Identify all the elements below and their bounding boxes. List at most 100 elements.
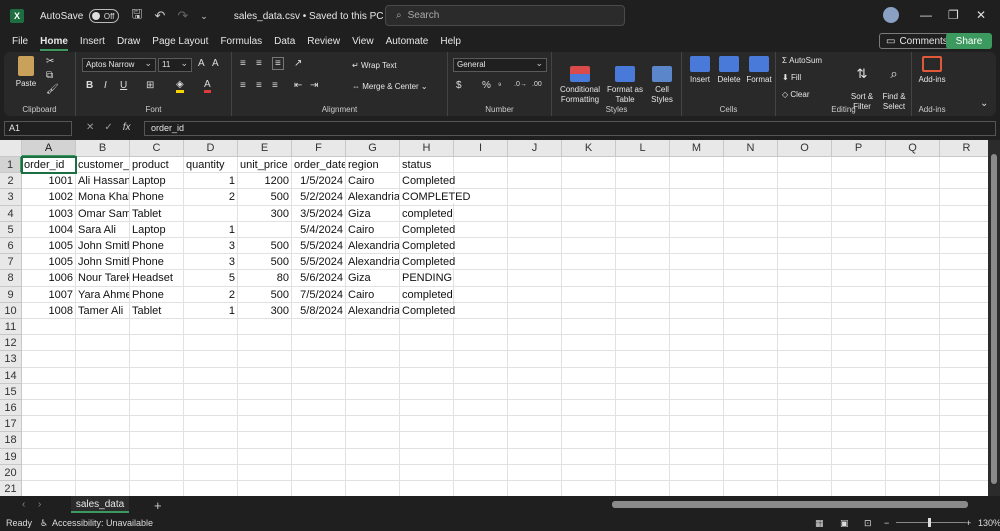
decrease-font-icon[interactable]: A: [212, 58, 219, 69]
cell[interactable]: [940, 270, 988, 287]
cell[interactable]: [454, 319, 508, 336]
cell[interactable]: [832, 416, 886, 433]
cell[interactable]: [940, 416, 988, 433]
align-center-icon[interactable]: ≡: [256, 80, 262, 91]
cell[interactable]: [184, 367, 238, 384]
accessibility-status[interactable]: Accessibility: Unavailable: [52, 518, 153, 528]
cell[interactable]: [346, 367, 400, 384]
cell[interactable]: [238, 481, 292, 496]
cell[interactable]: [562, 383, 616, 400]
cell[interactable]: [778, 205, 832, 222]
zoom-in-icon[interactable]: +: [966, 518, 971, 528]
cell[interactable]: [508, 351, 562, 368]
normal-view-icon[interactable]: ▦: [815, 518, 824, 529]
tab-automate[interactable]: Automate: [380, 32, 435, 51]
cancel-icon[interactable]: ✕: [86, 122, 94, 133]
cell[interactable]: [940, 481, 988, 496]
cell[interactable]: [778, 416, 832, 433]
cell[interactable]: [346, 351, 400, 368]
cell[interactable]: [616, 481, 670, 496]
cell[interactable]: [886, 400, 940, 417]
cell[interactable]: 500: [238, 286, 292, 303]
cell[interactable]: [454, 400, 508, 417]
cell[interactable]: 300: [238, 205, 292, 222]
cell[interactable]: [292, 448, 346, 465]
cell[interactable]: [184, 448, 238, 465]
cell[interactable]: [508, 432, 562, 449]
cell[interactable]: [670, 481, 724, 496]
cell[interactable]: [886, 173, 940, 190]
cell[interactable]: John Smith: [76, 238, 130, 255]
cell[interactable]: [670, 205, 724, 222]
cell[interactable]: [832, 254, 886, 271]
orientation-icon[interactable]: ↗: [294, 58, 302, 69]
undo-icon[interactable]: ↶: [154, 8, 165, 24]
align-left-icon[interactable]: ≡: [240, 80, 246, 91]
cell[interactable]: [562, 416, 616, 433]
zoom-level[interactable]: 130%: [978, 518, 1000, 528]
cell[interactable]: [22, 400, 76, 417]
cell[interactable]: [292, 416, 346, 433]
fill-color-icon[interactable]: ◈: [176, 80, 184, 93]
cell[interactable]: [454, 481, 508, 496]
cell[interactable]: [22, 319, 76, 336]
cell[interactable]: [832, 335, 886, 352]
cell[interactable]: [670, 238, 724, 255]
cell[interactable]: [940, 238, 988, 255]
cell[interactable]: [562, 302, 616, 319]
fill-button[interactable]: ⬇ Fill: [782, 73, 801, 83]
cell[interactable]: [886, 254, 940, 271]
cell[interactable]: [670, 319, 724, 336]
cell[interactable]: [508, 189, 562, 206]
cell[interactable]: 500: [238, 238, 292, 255]
page-layout-view-icon[interactable]: ▣: [840, 518, 849, 529]
cell[interactable]: [184, 335, 238, 352]
column-header-h[interactable]: H: [400, 140, 454, 157]
cell[interactable]: 1005: [22, 238, 76, 255]
cell[interactable]: [940, 189, 988, 206]
cell[interactable]: [454, 335, 508, 352]
tab-formulas[interactable]: Formulas: [214, 32, 268, 51]
bold-icon[interactable]: B: [86, 80, 93, 91]
cell[interactable]: [508, 319, 562, 336]
cell[interactable]: [508, 302, 562, 319]
cell[interactable]: 500: [238, 254, 292, 271]
cell[interactable]: [724, 238, 778, 255]
cell[interactable]: [616, 254, 670, 271]
cell[interactable]: Phone: [130, 238, 184, 255]
enter-icon[interactable]: ✓: [104, 122, 112, 133]
cell[interactable]: [940, 319, 988, 336]
search-box[interactable]: ⌕ Search: [385, 5, 625, 26]
cell[interactable]: [886, 432, 940, 449]
tab-draw[interactable]: Draw: [111, 32, 146, 51]
cell[interactable]: Phone: [130, 286, 184, 303]
cell[interactable]: [184, 205, 238, 222]
cell[interactable]: Phone: [130, 254, 184, 271]
cell[interactable]: [670, 400, 724, 417]
cell[interactable]: 2: [184, 189, 238, 206]
insert-function-icon[interactable]: fx: [123, 122, 131, 133]
cell[interactable]: [562, 367, 616, 384]
row-header[interactable]: 7: [0, 254, 22, 271]
cell[interactable]: [832, 270, 886, 287]
row-header[interactable]: 1: [0, 157, 22, 174]
cell[interactable]: [292, 464, 346, 481]
cell[interactable]: [670, 157, 724, 174]
cell[interactable]: 1001: [22, 173, 76, 190]
column-header-f[interactable]: F: [292, 140, 346, 157]
horizontal-scroll-thumb[interactable]: [612, 501, 968, 508]
cell[interactable]: [346, 432, 400, 449]
cell[interactable]: Phone: [130, 189, 184, 206]
cell[interactable]: [886, 464, 940, 481]
cell[interactable]: [886, 481, 940, 496]
cell[interactable]: [940, 254, 988, 271]
cell[interactable]: Completed: [400, 238, 456, 255]
cell[interactable]: Headset: [130, 270, 184, 287]
cell[interactable]: [778, 254, 832, 271]
cell[interactable]: [184, 432, 238, 449]
cell[interactable]: [454, 157, 508, 174]
cell[interactable]: [670, 189, 724, 206]
cell[interactable]: [832, 351, 886, 368]
cell[interactable]: [508, 205, 562, 222]
cell[interactable]: [616, 173, 670, 190]
